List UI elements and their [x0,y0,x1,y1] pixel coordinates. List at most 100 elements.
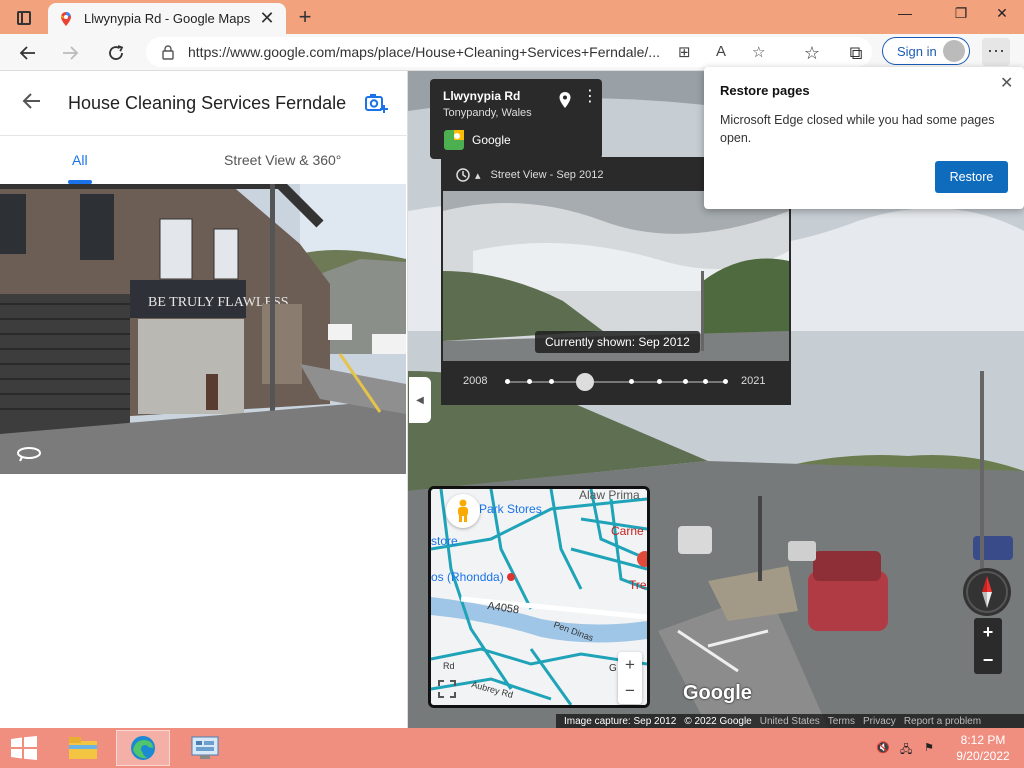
timeline-point[interactable] [527,379,532,384]
map-label: Carne [611,524,644,538]
clock-date: 9/20/2022 [956,749,1010,763]
title-bar: Llwynypia Rd - Google Maps ✕ + — ❐ ✕ [0,0,1024,34]
currently-shown-tooltip: Currently shown: Sep 2012 [535,331,700,353]
map-label: os (Rhondda) [431,570,504,584]
fullscreen-icon[interactable] [438,680,456,698]
map-label: store [431,534,458,548]
timeline-point[interactable] [549,379,554,384]
mini-map-zoom-out-button[interactable]: − [618,678,642,704]
footer-link-report[interactable]: Report a problem [904,716,981,727]
time-travel-header[interactable]: ▴ Street View - Sep 2012 [455,167,603,183]
close-tab-icon[interactable]: ✕ [258,8,276,29]
timeline-start-year: 2008 [463,375,488,387]
location-pin-icon[interactable] [558,91,572,109]
restore-popup-body: Microsoft Edge closed while you had some… [720,113,995,145]
back-arrow-icon [19,46,35,60]
new-tab-button[interactable]: + [292,4,318,30]
mini-map-zoom-in-button[interactable]: + [618,652,642,678]
map-label: Alaw Prima [579,489,640,502]
map-footer: Image capture: Sep 2012 © 2022 Google Un… [556,714,1024,728]
footer-link-terms[interactable]: Terms [828,716,855,727]
tab-actions-icon [17,11,31,25]
restore-window-button[interactable]: ❐ [944,0,978,26]
mini-map-zoom: + − [618,652,642,704]
app-available-icon[interactable]: ⊞ [678,43,691,61]
google-maps-icon [61,11,71,26]
control-panel-icon [191,736,219,759]
timeline-slider-handle[interactable] [575,373,594,391]
timeline-point[interactable] [505,379,510,384]
footer-link-region[interactable]: United States [760,716,820,727]
collections-button[interactable]: ⧉ [842,39,870,67]
image-capture-date: Image capture: Sep 2012 [564,715,677,727]
more-options-icon[interactable]: ⋮ [582,89,598,105]
url-text[interactable]: https://www.google.com/maps/place/House+… [188,44,668,60]
panel-header: House Cleaning Services Ferndale [0,71,407,135]
windows-start-icon[interactable] [10,736,38,760]
add-favorite-icon[interactable]: ☆ [752,43,765,61]
restore-popup-title: Restore pages [720,83,810,98]
folder-icon [69,737,97,759]
sign-in-button[interactable]: Sign in [882,37,970,65]
forward-button[interactable] [56,39,84,67]
add-photo-icon[interactable] [364,91,388,115]
refresh-button[interactable] [102,39,130,67]
clock-time: 8:12 PM [960,733,1006,747]
volume-muted-icon[interactable]: 🔇 [876,741,890,755]
google-street-view-logo-icon [444,130,464,150]
compass-button[interactable] [963,568,1011,616]
tab-title: Llwynypia Rd - Google Maps [84,11,251,26]
browser-tab[interactable]: Llwynypia Rd - Google Maps ✕ [48,3,286,34]
map-label: G [609,663,617,674]
timeline-slider[interactable] [505,373,728,391]
close-popup-icon[interactable]: ✕ [1000,73,1013,93]
timeline-point[interactable] [723,379,728,384]
profile-avatar-icon [943,40,965,62]
tab-actions-button[interactable] [8,6,40,30]
zoom-out-button[interactable]: − [974,646,1002,674]
copyright-text: © 2022 Google [684,715,752,727]
control-panel-taskbar-button[interactable] [178,730,232,766]
restore-pages-popup: Restore pages Microsoft Edge closed whil… [704,67,1024,209]
file-explorer-taskbar-button[interactable] [56,730,110,766]
pegman-icon[interactable] [446,494,480,528]
storefront-photo[interactable]: BE TRULY FLAWLESS [0,184,406,474]
dropdown-caret-icon: ▴ [475,169,481,182]
restore-button[interactable]: Restore [935,161,1008,193]
minimize-button[interactable]: — [888,0,922,26]
lock-icon[interactable] [160,44,176,60]
sign-in-label: Sign in [897,43,937,59]
windows-taskbar: 🔇 🖧 ⚑ 8:12 PM 9/20/2022 [0,728,1024,768]
read-aloud-icon[interactable]: A [716,43,726,60]
timeline-point[interactable] [629,379,634,384]
collections-icon: ⧉ [849,42,863,63]
back-button[interactable] [14,39,42,67]
system-clock[interactable]: 8:12 PM 9/20/2022 [948,732,1018,764]
timeline-point[interactable] [683,379,688,384]
tab-all[interactable]: All [72,152,88,168]
map-label: Park Stores [479,502,542,516]
settings-more-button[interactable]: ··· [982,38,1010,66]
street-name: Llwynypia Rd [443,89,521,103]
footer-link-privacy[interactable]: Privacy [863,716,896,727]
close-window-button[interactable]: ✕ [980,0,1024,26]
favorites-button[interactable]: ☆ [798,39,826,67]
address-toolbar: https://www.google.com/maps/place/House+… [0,34,1024,71]
panel-back-icon[interactable] [22,90,48,116]
collapse-panel-button[interactable]: ◀ [409,377,431,423]
timeline-point[interactable] [657,379,662,384]
place-side-panel: House Cleaning Services Ferndale All Str… [0,71,408,728]
timeline-point[interactable] [703,379,708,384]
rotate-360-icon[interactable] [16,443,42,463]
street-view-zoom: + − [974,618,1002,674]
history-clock-icon [456,168,470,182]
address-bar[interactable]: https://www.google.com/maps/place/House+… [146,37,872,67]
tab-street-view[interactable]: Street View & 360° [224,152,341,168]
map-label: Tre [629,578,647,592]
compass-icon [966,571,1008,613]
action-center-icon[interactable]: ⚑ [924,741,938,755]
network-icon[interactable]: 🖧 [900,741,914,756]
street-view-info-card: Llwynypia Rd Tonypandy, Wales Google ⋮ [430,79,602,159]
edge-taskbar-button[interactable] [116,730,170,766]
zoom-in-button[interactable]: + [974,618,1002,646]
